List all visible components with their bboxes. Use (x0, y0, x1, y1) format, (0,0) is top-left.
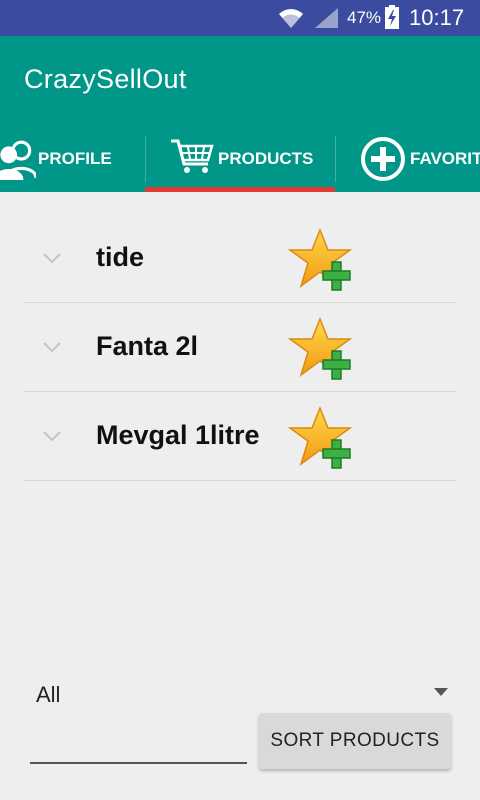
tab-bar: PROFILE PRODUCTS FAVORITES (0, 130, 480, 192)
chevron-down-icon[interactable] (42, 340, 62, 354)
clock: 10:17 (409, 5, 465, 30)
tab-profile-label: PROFILE (38, 149, 112, 168)
sort-products-button[interactable]: SORT PRODUCTS (259, 713, 451, 769)
tab-favorites[interactable]: FAVORITES (335, 130, 480, 192)
tab-profile[interactable]: PROFILE (0, 130, 145, 192)
dropdown-arrow-icon (434, 688, 448, 696)
selected-tab-indicator (145, 187, 335, 192)
tab-products-label: PRODUCTS (218, 149, 314, 168)
people-icon (0, 140, 36, 180)
list-item[interactable]: tide (24, 214, 456, 303)
list-item[interactable]: Fanta 2l (24, 303, 456, 392)
add-circle-icon (361, 137, 405, 181)
tab-products[interactable]: PRODUCTS (145, 130, 335, 192)
product-list: tide Fanta 2l Mevgal 1litre (24, 214, 456, 481)
product-name: tide (96, 242, 145, 272)
filter-selected-value: All (36, 682, 61, 707)
chevron-down-icon[interactable] (42, 429, 62, 443)
product-name: Mevgal 1litre (96, 420, 260, 450)
signal-icon (315, 8, 338, 28)
chevron-down-icon[interactable] (42, 251, 62, 265)
search-input[interactable] (30, 724, 247, 764)
add-favorite-icon[interactable] (288, 406, 356, 472)
product-name: Fanta 2l (96, 331, 199, 361)
add-favorite-icon[interactable] (288, 317, 356, 383)
app-title: CrazySellOut (24, 64, 187, 94)
tab-favorites-label: FAVORITES (410, 149, 480, 168)
shopping-cart-icon (171, 139, 214, 173)
category-filter-dropdown[interactable]: All (24, 672, 456, 716)
list-item[interactable]: Mevgal 1litre (24, 392, 456, 481)
status-bar: 47% 10:17 (0, 0, 480, 36)
battery-percentage: 47% (347, 8, 382, 27)
battery-charging-icon (385, 5, 399, 29)
add-favorite-icon[interactable] (288, 228, 356, 294)
wifi-icon (279, 9, 303, 28)
